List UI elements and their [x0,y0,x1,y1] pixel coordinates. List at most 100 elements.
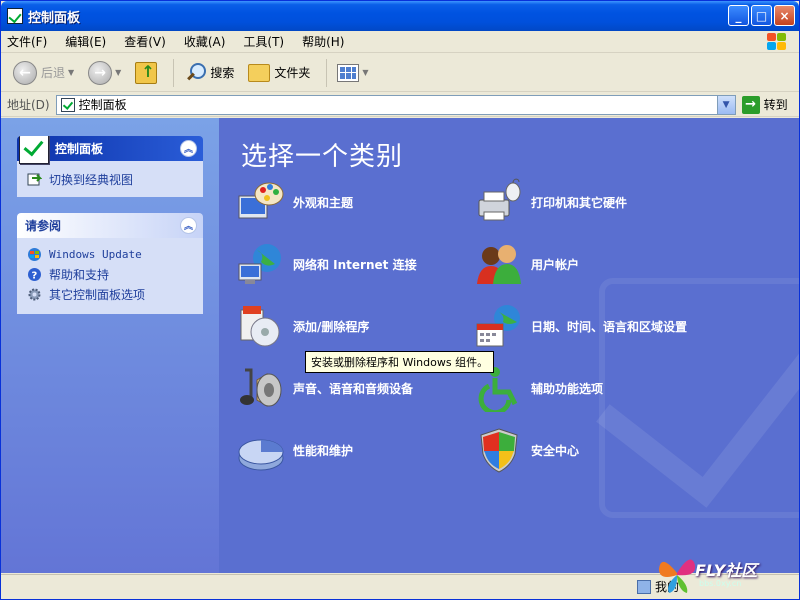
svg-text:?: ? [32,270,38,281]
control-panel-icon [7,8,23,24]
add-remove-icon [240,306,280,347]
category-appearance[interactable]: 外观和主题 [237,178,353,226]
forum-watermark-logo: FLY社区 bbs.0xy.cn [655,551,795,599]
other-options-label: 其它控制面板选项 [49,287,146,302]
category-add-remove-label: 添加/删除程序 [293,319,370,334]
folder-up-icon [135,61,158,84]
category-security-label: 安全中心 [531,443,580,458]
status-bar: 我的 FLY社区 bbs.0xy.cn [1,559,799,599]
toolbar-separator [173,58,175,87]
menu-file[interactable]: 文件(F) [7,33,47,50]
category-datetime-language[interactable]: 日期、时间、语言和区域设置 [475,302,687,350]
toolbar-separator [326,58,328,87]
windows-logo-icon [763,32,791,52]
title-bar[interactable]: 控制面板 _ □ × [1,1,799,31]
forward-dropdown-icon[interactable]: ▼ [115,68,121,77]
category-appearance-label: 外观和主题 [293,195,354,210]
security-shield-icon [480,428,518,473]
category-accessibility[interactable]: 辅助功能选项 [475,364,603,412]
control-panel-small-icon [60,97,75,112]
butterfly-logo-icon [659,559,696,593]
classic-view-icon [27,173,42,185]
back-dropdown-icon[interactable]: ▼ [68,68,74,77]
category-network[interactable]: 网络和 Internet 连接 [237,240,417,288]
control-panel-icon [19,136,49,164]
collapse-chevron-icon[interactable]: ︽ [180,217,197,234]
network-icon [238,244,281,284]
menu-tools[interactable]: 工具(T) [243,33,284,50]
close-button[interactable]: × [774,5,795,26]
search-button[interactable]: 搜索 [180,58,238,88]
control-panel-panel-header[interactable]: 控制面板 ︽ [17,136,203,164]
pick-category-title: 选择一个类别 [241,142,404,172]
category-add-remove-programs[interactable]: 添加/删除程序 [237,302,369,350]
category-datetime-label: 日期、时间、语言和区域设置 [531,319,688,334]
gear-icon [28,288,41,300]
back-label: 后退 [41,66,66,80]
category-printers[interactable]: 打印机和其它硬件 [475,178,627,226]
window-title: 控制面板 [28,10,81,26]
see-also-panel-header[interactable]: 请参阅 ︽ [17,213,203,238]
category-security-center[interactable]: 安全中心 [475,426,579,474]
forward-arrow-icon: → [88,60,113,85]
windows-update-icon [28,247,41,261]
search-label: 搜索 [210,66,235,80]
back-arrow-icon: ← [13,60,37,85]
see-also-panel: 请参阅 ︽ Windows Update ? 帮助和支持 其它控制面板选项 [17,213,203,314]
control-panel-task-panel: 控制面板 ︽ 切换到经典视图 [17,136,203,197]
folders-label: 文件夹 [274,66,311,80]
help-support-link[interactable]: ? 帮助和支持 [27,264,193,284]
address-label: 地址(D) [7,98,50,112]
printer-icon [478,178,521,221]
up-button[interactable] [131,58,161,88]
search-icon [184,62,207,84]
address-input[interactable]: 控制面板 ▼ [55,94,736,115]
category-network-label: 网络和 Internet 连接 [293,257,417,272]
sound-icon [240,368,282,407]
switch-classic-view-link[interactable]: 切换到经典视图 [27,169,193,189]
views-button[interactable]: ▼ [333,58,372,88]
go-button[interactable]: → 转到 [741,95,788,114]
users-icon [477,245,521,284]
performance-icon [238,439,284,471]
folders-button[interactable]: 文件夹 [244,58,314,88]
content-area: 控制面板 ︽ 切换到经典视图 请参阅 ︽ Windows Update ? 帮助… [1,118,799,573]
menu-favorites[interactable]: 收藏(A) [184,33,226,50]
category-performance[interactable]: 性能和维护 [237,426,353,474]
help-support-label: 帮助和支持 [49,267,110,282]
category-accessibility-label: 辅助功能选项 [531,381,604,396]
computer-icon [637,579,651,594]
category-performance-label: 性能和维护 [293,443,354,458]
collapse-chevron-icon[interactable]: ︽ [180,140,197,157]
go-label: 转到 [763,98,788,112]
see-also-panel-body: Windows Update ? 帮助和支持 其它控制面板选项 [17,238,203,314]
category-user-accounts-label: 用户帐户 [531,257,580,272]
forum-name: FLY社区 [695,561,758,580]
menu-help[interactable]: 帮助(H) [302,33,344,50]
appearance-icon [238,182,284,219]
forward-button[interactable]: → ▼ [84,58,125,88]
address-dropdown-icon[interactable]: ▼ [716,95,735,114]
minimize-button[interactable]: _ [728,5,749,26]
see-also-panel-title: 请参阅 [25,219,62,233]
go-arrow-icon: → [741,95,760,114]
address-value: 控制面板 [78,98,127,112]
category-user-accounts[interactable]: 用户帐户 [475,240,579,288]
menu-view[interactable]: 查看(V) [124,33,166,50]
tooltip: 安装或删除程序和 Windows 组件。 [305,351,495,373]
views-icon [337,63,360,82]
datetime-icon [476,305,520,347]
task-pane: 控制面板 ︽ 切换到经典视图 请参阅 ︽ Windows Update ? 帮助… [1,118,219,573]
control-panel-watermark [579,238,799,538]
menu-bar: 文件(F) 编辑(E) 查看(V) 收藏(A) 工具(T) 帮助(H) [1,31,799,53]
views-dropdown-icon[interactable]: ▼ [362,68,368,77]
category-sound-label: 声音、语音和音频设备 [293,381,414,396]
menu-edit[interactable]: 编辑(E) [65,33,106,50]
maximize-button[interactable]: □ [751,5,772,26]
windows-update-link[interactable]: Windows Update [27,244,193,264]
back-button[interactable]: ← 后退 ▼ [9,58,78,88]
category-printers-label: 打印机和其它硬件 [531,195,628,210]
forum-url: bbs.0xy.cn [699,579,742,588]
other-options-link[interactable]: 其它控制面板选项 [27,284,193,304]
switch-classic-view-label: 切换到经典视图 [49,172,134,187]
